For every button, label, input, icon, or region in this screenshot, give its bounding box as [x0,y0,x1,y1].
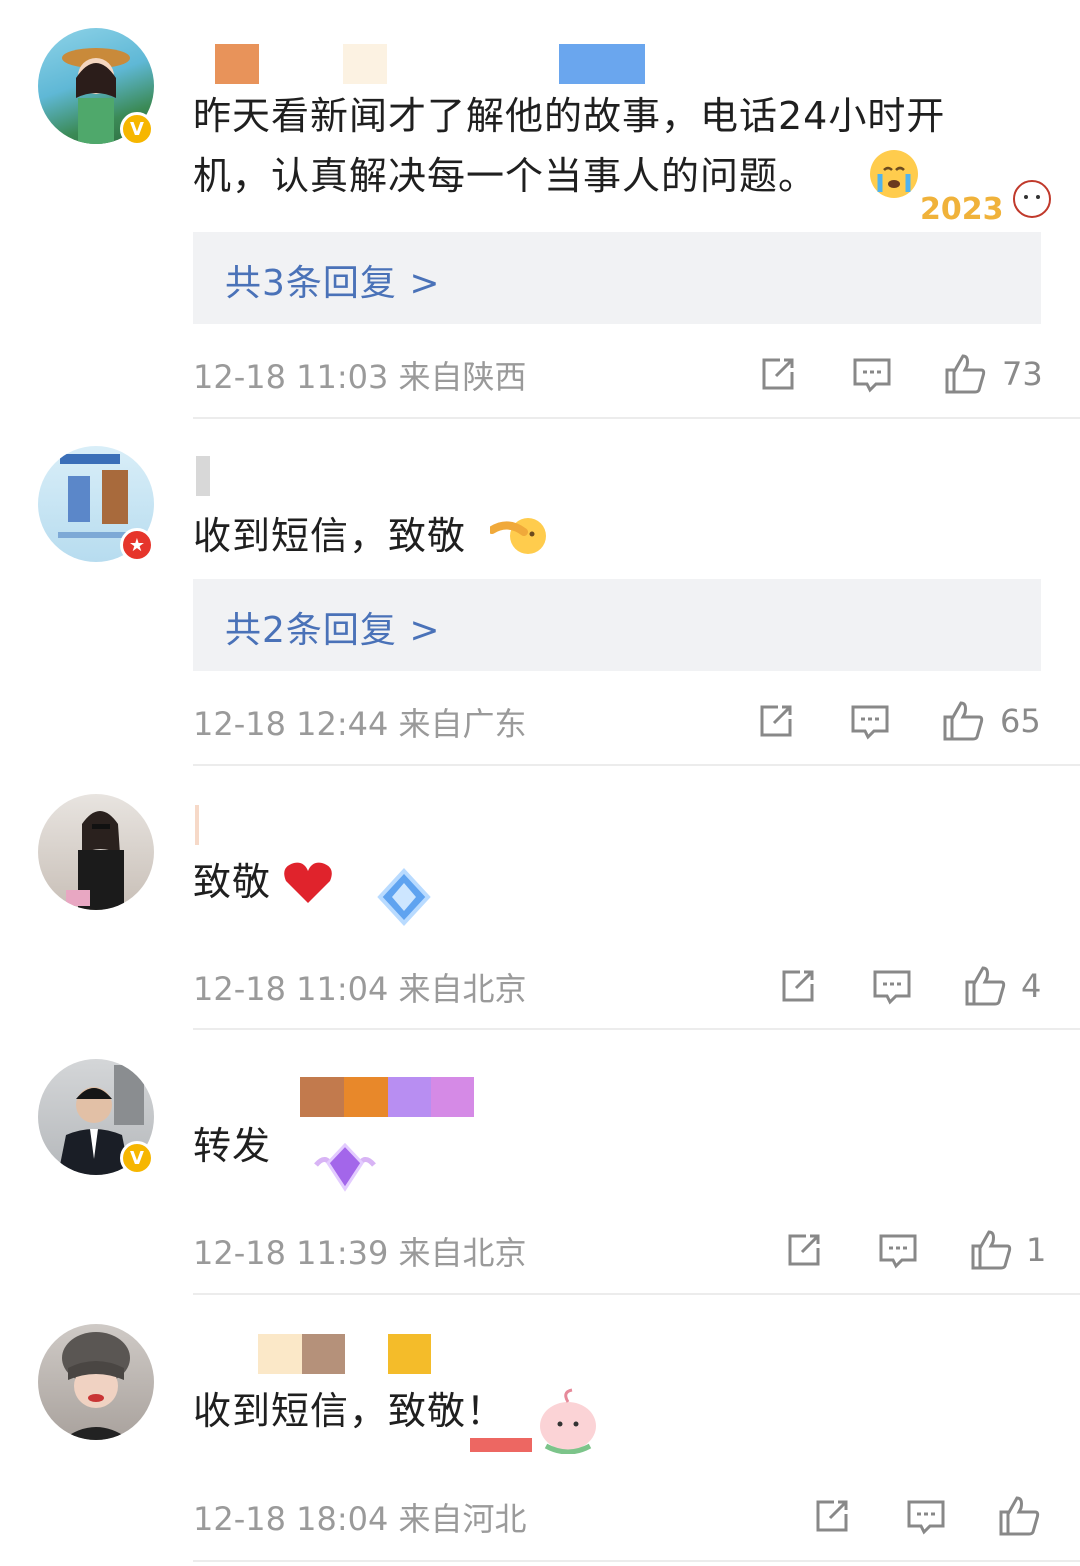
comment-actions: 65 [754,699,1044,743]
comment-item: 收到短信，致敬！ 12-18 18:04 来自河北 [0,1296,1080,1566]
divider [193,1293,1080,1295]
comment-icon[interactable] [904,1494,948,1538]
share-icon[interactable] [754,699,798,743]
red-badge-icon: ★ [120,528,154,562]
username-redacted[interactable] [196,456,216,496]
username-redacted[interactable] [300,1077,475,1117]
like-count: 73 [1002,355,1043,393]
divider [193,764,1080,766]
comment-actions [810,1494,1046,1538]
username-redacted[interactable] [215,44,655,84]
thumbs-up-icon[interactable] [997,1494,1041,1538]
comment-item: V 昨天看新闻才了解他的故事，电话24小时开机，认真解决每一个当事人的问题。 2… [0,0,1080,420]
timestamp-location: 12-18 11:03 来自陕西 [193,358,527,396]
timestamp-location: 12-18 12:44 来自广东 [193,705,527,743]
comment-text: 转发 [193,1124,272,1168]
verified-badge-icon: V [120,1141,154,1175]
replies-label: 共3条回复 > [225,263,441,304]
crying-emoji-icon [870,150,918,198]
replies-link[interactable]: 共2条回复 > [193,579,1041,671]
comment-actions: 1 [782,1228,1046,1272]
timestamp-location: 12-18 18:04 来自河北 [193,1500,527,1538]
diamond-badge-icon [372,867,436,927]
divider [193,1560,1080,1562]
avatar[interactable] [38,1324,154,1440]
peach-sticker-icon [532,1388,604,1455]
avatar-image [66,811,124,910]
replies-label: 共2条回复 > [225,610,441,651]
share-icon[interactable] [782,1228,826,1272]
thumbs-up-icon[interactable] [941,699,985,743]
comment-icon[interactable] [848,699,892,743]
comment-text: 收到短信，致敬！ [193,1389,506,1433]
comment-icon[interactable] [850,352,894,396]
like-count: 1 [1026,1231,1047,1269]
comment-actions: 73 [756,352,1046,396]
purple-gem-badge-icon [312,1139,378,1195]
share-icon[interactable] [776,964,820,1008]
thumbs-up-icon[interactable] [969,1228,1013,1272]
thumbs-up-icon[interactable] [963,964,1007,1008]
thumbs-up-icon[interactable] [943,352,987,396]
svg-text:2023: 2023 [920,192,1004,227]
avatar-image [62,1332,130,1440]
username-redacted[interactable] [195,805,205,845]
comment-item: 致敬 12-18 11:04 来自北京 4 [0,767,1080,1031]
comment-icon[interactable] [870,964,914,1008]
comment-item: ★ 收到短信，致敬 共2条回复 > 12-18 12:44 来自广东 65 [0,420,1080,767]
verified-badge-icon: V [120,112,154,146]
comment-item: V 转发 12-18 11:39 来自北京 1 [0,1031,1080,1296]
share-icon[interactable] [756,352,800,396]
like-count: 4 [1021,967,1042,1005]
decoration-sticker-icon: 2023 [920,175,1055,230]
share-icon[interactable] [810,1494,854,1538]
heart-emoji-icon [282,859,334,905]
comment-icon[interactable] [876,1228,920,1272]
divider [193,1028,1080,1030]
divider [193,417,1080,419]
comment-text: 致敬 [193,860,272,904]
username-redacted[interactable] [258,1334,433,1374]
timestamp-location: 12-18 11:04 来自北京 [193,970,527,1008]
replies-link[interactable]: 共3条回复 > [193,232,1041,324]
comment-actions: 4 [776,964,1046,1008]
red-tag-sticker-icon [470,1438,532,1452]
timestamp-location: 12-18 11:39 来自北京 [193,1234,527,1272]
avatar[interactable] [38,794,154,910]
like-count: 65 [1000,702,1041,740]
salute-emoji-icon [488,512,548,558]
